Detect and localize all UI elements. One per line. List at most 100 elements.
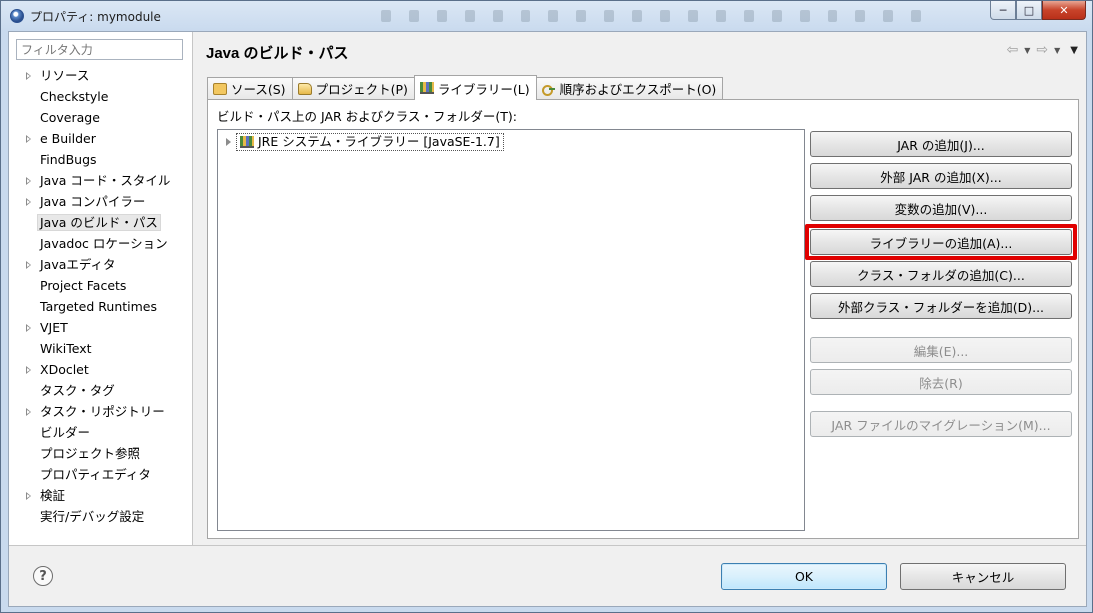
tree-item[interactable]: XDoclet [9, 359, 193, 380]
properties-dialog: プロパティ: mymodule ─ □ ✕ リソース Checkstyle Cove… [0, 0, 1093, 613]
library-action-button[interactable]: ライブラリーの追加(A)... [810, 229, 1072, 255]
build-path-label: ビルド・パス上の JAR およびクラス・フォルダー(T): [217, 109, 518, 124]
expand-arrow-icon[interactable] [26, 408, 31, 416]
tab-bar: ソース(S) プロジェクト(P) ライブラリー(L) 順序およびエクスポート(O… [207, 75, 724, 100]
window-controls: ─ □ ✕ [990, 1, 1086, 20]
tab-label: 順序およびエクスポート(O) [559, 82, 717, 97]
back-dropdown-icon[interactable]: ▼ [1024, 46, 1030, 55]
build-path-tree[interactable]: JRE システム・ライブラリー [JavaSE-1.7] [217, 129, 805, 531]
tree-item-label: Coverage [40, 110, 100, 125]
tree-item[interactable]: WikiText [9, 338, 193, 359]
filter-input[interactable] [16, 39, 183, 60]
page-navigation: ⇦ ▼ ⇨ ▼ ▼ [1007, 42, 1078, 58]
library-icon [419, 82, 434, 94]
tree-item-label: Java のビルド・パス [37, 214, 161, 231]
tab-order-export[interactable]: 順序およびエクスポート(O) [535, 77, 724, 99]
tree-item[interactable]: e Builder [9, 128, 193, 149]
tree-item[interactable]: Targeted Runtimes [9, 296, 193, 317]
tree-item[interactable]: Checkstyle [9, 86, 193, 107]
tree-item[interactable]: プロジェクト参照 [9, 443, 193, 464]
tree-item[interactable]: FindBugs [9, 149, 193, 170]
library-action-button[interactable]: 変数の追加(V)... [810, 195, 1072, 221]
expand-arrow-icon[interactable] [26, 135, 31, 143]
tree-item-label: Targeted Runtimes [40, 299, 157, 314]
expand-arrow-icon[interactable] [26, 177, 31, 185]
tree-item[interactable]: リソース [9, 65, 193, 86]
library-icon [240, 136, 254, 148]
minimize-button[interactable]: ─ [990, 1, 1016, 20]
category-panel: リソース Checkstyle Coverage e Builder FindBugs J… [9, 32, 193, 545]
title-bar: プロパティ: mymodule ─ □ ✕ [1, 1, 1092, 31]
tree-item-label: タスク・リポジトリー [40, 404, 165, 419]
tree-item-label: 実行/デバッグ設定 [40, 509, 145, 524]
tree-item[interactable]: Coverage [9, 107, 193, 128]
expand-arrow-icon[interactable] [26, 366, 31, 374]
tree-item-label: プロパティエディタ [40, 467, 151, 482]
tree-item-label: WikiText [40, 341, 92, 356]
tree-item[interactable]: プロパティエディタ [9, 464, 193, 485]
forward-dropdown-icon[interactable]: ▼ [1054, 46, 1060, 55]
library-action-button[interactable]: 外部クラス・フォルダーを追加(D)... [810, 293, 1072, 319]
library-action-button[interactable]: 外部 JAR の追加(X)... [810, 163, 1072, 189]
tree-item[interactable]: 検証 [9, 485, 193, 506]
tree-item-label: Project Facets [40, 278, 127, 293]
tree-item[interactable]: Java コード・スタイル [9, 170, 193, 191]
tree-item[interactable]: Javadoc ロケーション [9, 233, 193, 254]
tree-item-label: Javadoc ロケーション [40, 236, 168, 251]
tab-projects[interactable]: プロジェクト(P) [291, 77, 415, 99]
tab-source[interactable]: ソース(S) [207, 77, 293, 99]
forward-arrow-icon[interactable]: ⇨ [1036, 42, 1048, 58]
expand-arrow-icon[interactable] [26, 324, 31, 332]
back-arrow-icon[interactable]: ⇦ [1007, 42, 1019, 58]
tree-item-label: Javaエディタ [40, 257, 116, 272]
tree-item[interactable]: Javaエディタ [9, 254, 193, 275]
tree-item-label: FindBugs [40, 152, 97, 167]
tree-item[interactable]: Java のビルド・パス [9, 212, 193, 233]
expand-arrow-icon[interactable] [26, 72, 31, 80]
tree-item[interactable]: 実行/デバッグ設定 [9, 506, 193, 527]
library-action-button[interactable]: 除去(R) [810, 369, 1072, 395]
tree-item[interactable]: タスク・リポジトリー [9, 401, 193, 422]
dialog-body: リソース Checkstyle Coverage e Builder FindBugs J… [8, 31, 1087, 607]
window-title: プロパティ: mymodule [30, 10, 161, 24]
expand-arrow-icon[interactable] [26, 261, 31, 269]
tree-item[interactable]: Project Facets [9, 275, 193, 296]
tab-label: ソース(S) [231, 82, 286, 97]
expand-arrow-icon[interactable] [26, 198, 31, 206]
tab-label: プロジェクト(P) [315, 82, 408, 97]
tab-label: ライブラリー(L) [437, 81, 530, 97]
tree-item[interactable]: ビルダー [9, 422, 193, 443]
close-button[interactable]: ✕ [1042, 1, 1086, 20]
cancel-button[interactable]: キャンセル [900, 563, 1066, 590]
library-action-button[interactable]: 編集(E)... [810, 337, 1072, 363]
jre-library-item[interactable]: JRE システム・ライブラリー [JavaSE-1.7] [236, 133, 504, 151]
library-action-button[interactable]: クラス・フォルダの追加(C)... [810, 261, 1072, 287]
footer-divider [9, 545, 1086, 546]
maximize-button[interactable]: □ [1016, 1, 1042, 20]
page-panel: Java のビルド・パス ⇦ ▼ ⇨ ▼ ▼ ソース(S) プロジェクト(P) [194, 32, 1086, 545]
background-toolbar [381, 7, 922, 25]
library-action-button[interactable]: JAR の追加(J)... [810, 131, 1072, 157]
eclipse-icon [10, 9, 24, 23]
tree-item-label: Java コード・スタイル [40, 173, 171, 188]
tree-item-label: Checkstyle [40, 89, 109, 104]
tree-item[interactable]: Java コンパイラー [9, 191, 193, 212]
library-action-button[interactable]: JAR ファイルのマイグレーション(M)... [810, 411, 1072, 437]
category-tree: リソース Checkstyle Coverage e Builder FindBugs J… [9, 65, 193, 527]
tree-item-label: e Builder [40, 131, 96, 146]
tree-item-label: プロジェクト参照 [40, 446, 141, 461]
tree-item-label: Java コンパイラー [40, 194, 146, 209]
tab-libraries[interactable]: ライブラリー(L) [413, 75, 537, 100]
tree-row-jre[interactable]: JRE システム・ライブラリー [JavaSE-1.7] [226, 133, 504, 151]
view-menu-icon[interactable]: ▼ [1070, 45, 1078, 56]
tree-item-label: タスク・タグ [40, 383, 115, 398]
tree-item-label: 検証 [40, 488, 66, 503]
page-title: Java のビルド・パス [206, 45, 349, 62]
tree-item[interactable]: VJET [9, 317, 193, 338]
expand-arrow-icon[interactable] [226, 138, 231, 146]
tree-item-label: XDoclet [40, 362, 89, 377]
ok-button[interactable]: OK [721, 563, 887, 590]
help-icon[interactable]: ? [33, 566, 53, 586]
tree-item[interactable]: タスク・タグ [9, 380, 193, 401]
expand-arrow-icon[interactable] [26, 492, 31, 500]
